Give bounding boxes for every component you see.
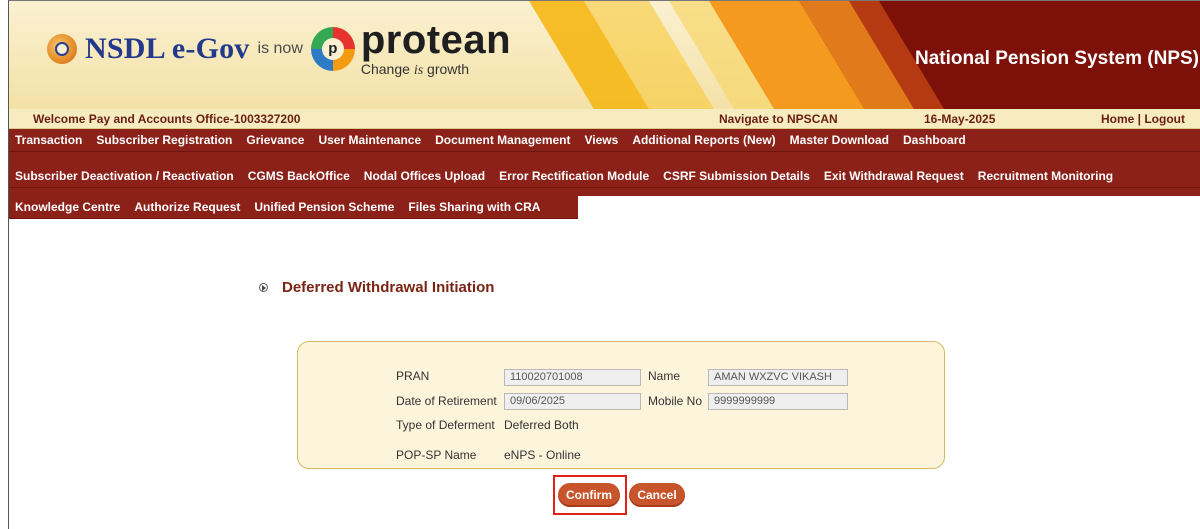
- menu-files-sharing-cra[interactable]: Files Sharing with CRA: [401, 200, 547, 214]
- welcome-text: Welcome Pay and Accounts Office-10033272…: [33, 112, 301, 126]
- nsdl-logo-icon: [47, 34, 77, 64]
- protean-logo: protean Change is growth: [361, 20, 511, 78]
- site-title: National Pension System (NPS): [914, 48, 1199, 69]
- menu-spacer: [9, 152, 1200, 165]
- menu-user-maintenance[interactable]: User Maintenance: [311, 133, 428, 147]
- current-date: 16-May-2025: [924, 112, 996, 126]
- menu-unified-pension-scheme[interactable]: Unified Pension Scheme: [247, 200, 401, 214]
- main-menu-row-1: Transaction Subscriber Registration Grie…: [9, 129, 1200, 152]
- navigate-npscan-link[interactable]: Navigate to NPSCAN: [719, 112, 838, 126]
- info-bar: Welcome Pay and Accounts Office-10033272…: [9, 109, 1200, 129]
- type-of-deferment-value: Deferred Both: [504, 418, 579, 432]
- withdrawal-details-panel: PRAN 110020701008 Name AMAN WXZVC VIKASH…: [297, 341, 945, 469]
- mobile-no-field[interactable]: 9999999999: [708, 393, 848, 410]
- cancel-button[interactable]: Cancel: [629, 483, 685, 507]
- page-title: Deferred Withdrawal Initiation: [282, 279, 495, 296]
- name-field[interactable]: AMAN WXZVC VIKASH: [708, 369, 848, 386]
- menu-nodal-offices-upload[interactable]: Nodal Offices Upload: [357, 169, 492, 183]
- menu-master-download[interactable]: Master Download: [783, 133, 896, 147]
- menu-filler: [578, 196, 1200, 219]
- header-banner: NSDL e-Gov is now p protean Change is gr…: [9, 1, 1200, 109]
- protean-logo-text: protean: [360, 18, 512, 62]
- confirm-highlight-box: [553, 475, 627, 515]
- menu-exit-withdrawal-request[interactable]: Exit Withdrawal Request: [817, 169, 971, 183]
- main-menu-row-2: Subscriber Deactivation / Reactivation C…: [9, 165, 1200, 188]
- menu-dashboard[interactable]: Dashboard: [896, 133, 973, 147]
- protean-logo-icon: p: [310, 27, 355, 71]
- menu-spacer: [9, 188, 1200, 196]
- menu-document-management[interactable]: Document Management: [428, 133, 577, 147]
- menu-grievance[interactable]: Grievance: [239, 133, 311, 147]
- menu-subscriber-deactivation[interactable]: Subscriber Deactivation / Reactivation: [9, 169, 241, 183]
- menu-transaction[interactable]: Transaction: [9, 133, 89, 147]
- home-logout-links[interactable]: Home | Logout: [1101, 112, 1185, 126]
- pran-field[interactable]: 110020701008: [504, 369, 641, 386]
- page-heading: Deferred Withdrawal Initiation: [259, 279, 494, 296]
- menu-knowledge-centre[interactable]: Knowledge Centre: [9, 200, 127, 214]
- menu-authorize-request[interactable]: Authorize Request: [127, 200, 247, 214]
- menu-error-rectification[interactable]: Error Rectification Module: [492, 169, 656, 183]
- bullet-arrow-icon: [259, 283, 268, 292]
- menu-csrf-submission[interactable]: CSRF Submission Details: [656, 169, 817, 183]
- type-of-deferment-label: Type of Deferment: [396, 418, 495, 432]
- nsdl-logo-text: NSDL e-Gov: [85, 32, 250, 65]
- pop-sp-name-label: POP-SP Name: [396, 448, 477, 462]
- menu-subscriber-registration[interactable]: Subscriber Registration: [89, 133, 239, 147]
- menu-additional-reports[interactable]: Additional Reports (New): [625, 133, 782, 147]
- date-of-retirement-label: Date of Retirement: [396, 394, 497, 408]
- menu-recruitment-monitoring[interactable]: Recruitment Monitoring: [971, 169, 1120, 183]
- is-now-text: is now: [257, 40, 303, 57]
- main-menu-row-3: Knowledge Centre Authorize Request Unifi…: [9, 196, 578, 219]
- menu-cgms-backoffice[interactable]: CGMS BackOffice: [241, 169, 357, 183]
- name-label: Name: [648, 369, 681, 383]
- protean-tagline: Change is growth: [360, 61, 470, 78]
- mobile-no-label: Mobile No: [648, 394, 703, 408]
- brand-logo: NSDL e-Gov is now p protean Change is gr…: [47, 20, 511, 78]
- pop-sp-name-value: eNPS - Online: [504, 448, 581, 462]
- app-frame: NSDL e-Gov is now p protean Change is gr…: [8, 0, 1200, 529]
- date-of-retirement-field[interactable]: 09/06/2025: [504, 393, 641, 410]
- menu-views[interactable]: Views: [578, 133, 626, 147]
- pran-label: PRAN: [396, 369, 430, 383]
